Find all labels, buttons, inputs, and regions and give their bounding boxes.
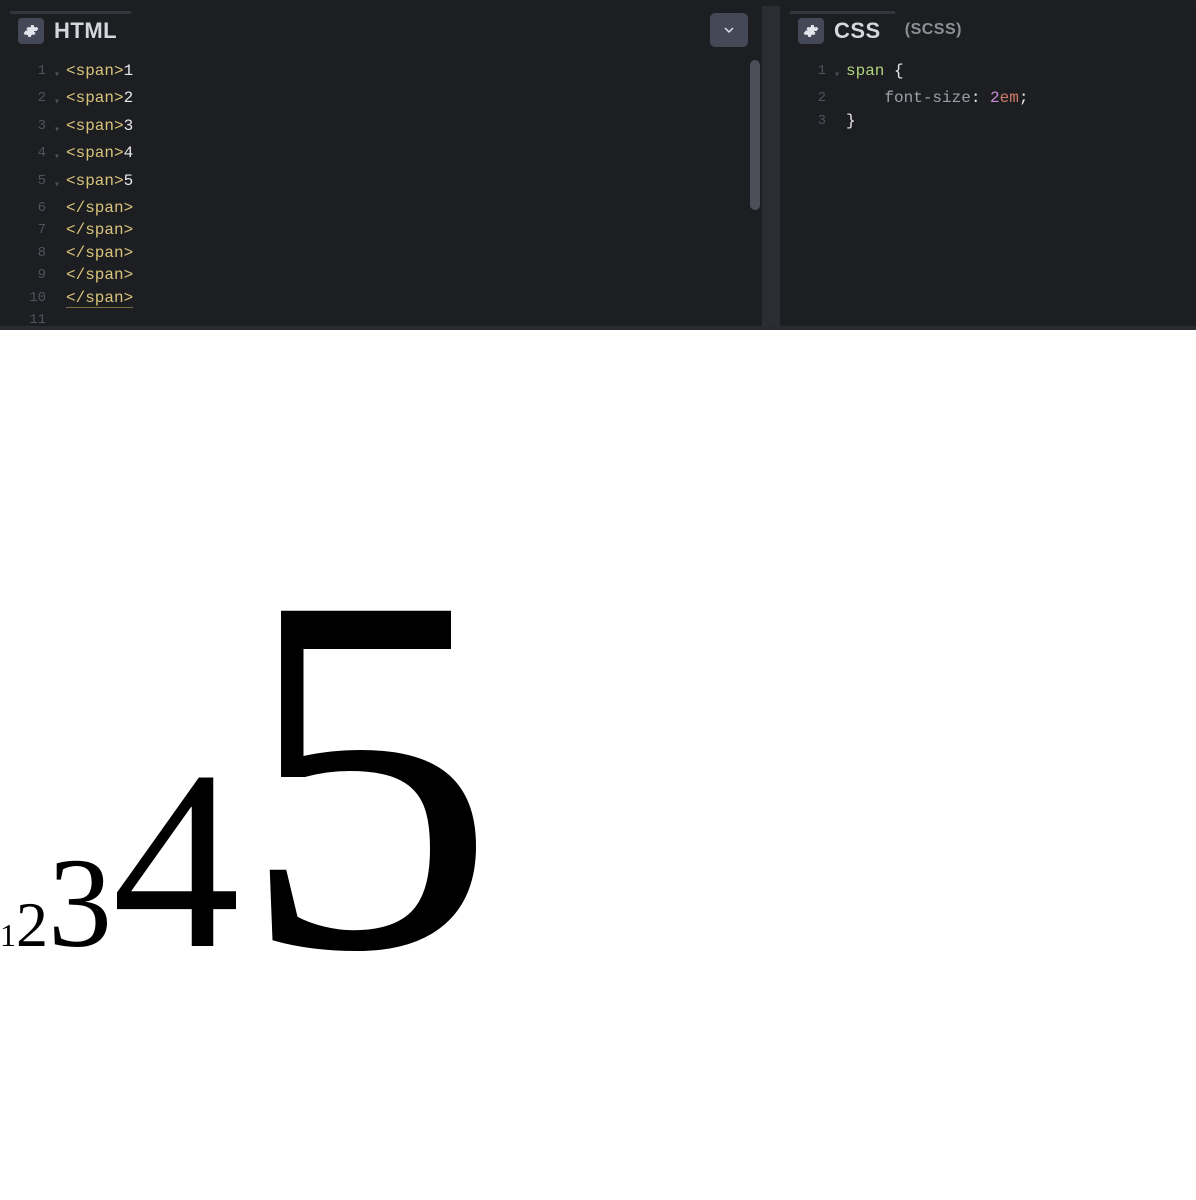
line-number: 9	[0, 264, 54, 286]
output-span: 12345	[0, 917, 496, 953]
fold-caret-icon	[54, 309, 66, 314]
fold-caret-icon[interactable]: ▾	[54, 170, 66, 197]
line-number: 3	[0, 115, 54, 137]
code-line[interactable]: 11	[0, 309, 762, 326]
code-text: }	[846, 110, 1196, 132]
code-text: </span>	[66, 197, 762, 219]
fold-caret-icon	[54, 242, 66, 247]
line-number: 3	[780, 110, 834, 132]
css-title-chip[interactable]: CSS	[790, 11, 895, 50]
code-line[interactable]: 4▾<span>4	[0, 142, 762, 169]
code-text: <span>3	[66, 115, 762, 137]
code-line[interactable]: 2▾<span>2	[0, 87, 762, 114]
fold-caret-icon[interactable]: ▾	[54, 60, 66, 87]
gear-icon[interactable]	[798, 18, 824, 44]
chevron-down-icon[interactable]	[710, 13, 748, 47]
css-code-area[interactable]: 1▾span {2 font-size: 2em;3}	[780, 54, 1196, 326]
code-text: </span>	[66, 264, 762, 286]
code-text: </span>	[66, 219, 762, 241]
fold-caret-icon	[54, 287, 66, 292]
css-title-label: CSS	[834, 18, 881, 44]
line-number: 6	[0, 197, 54, 219]
line-number: 2	[0, 87, 54, 109]
code-text: <span>5	[66, 170, 762, 192]
output-span: 5	[240, 490, 496, 1057]
html-pane-header: HTML	[0, 6, 762, 54]
code-text: <span>1	[66, 60, 762, 82]
fold-caret-icon[interactable]: ▾	[54, 115, 66, 142]
code-text: </span>	[66, 287, 762, 309]
line-number: 10	[0, 287, 54, 309]
scrollbar-thumb[interactable]	[750, 60, 760, 210]
output-span: 345	[48, 832, 496, 974]
css-subtitle-label: (SCSS)	[905, 21, 962, 39]
code-text: span {	[846, 60, 1196, 82]
line-number: 1	[780, 60, 834, 82]
output-span: 45	[112, 719, 496, 1002]
line-number: 1	[0, 60, 54, 82]
code-line[interactable]: 1▾<span>1	[0, 60, 762, 87]
line-number: 8	[0, 242, 54, 264]
gear-icon[interactable]	[18, 18, 44, 44]
code-text: </span>	[66, 242, 762, 264]
code-line[interactable]: 8 </span>	[0, 242, 762, 264]
code-text: <span>4	[66, 142, 762, 164]
fold-caret-icon	[54, 197, 66, 202]
code-line[interactable]: 2 font-size: 2em;	[780, 87, 1196, 109]
fold-caret-icon[interactable]: ▾	[834, 60, 846, 87]
codepen-app: HTML 1▾<span>12▾<span>23▾<span>34▾<span>…	[0, 0, 1196, 1200]
code-text: <span>2	[66, 87, 762, 109]
line-number: 5	[0, 170, 54, 192]
output-span: 2345	[16, 889, 496, 960]
output-content: 12345	[0, 479, 496, 1068]
code-line[interactable]: 10 </span>	[0, 287, 762, 309]
line-number: 11	[0, 309, 54, 326]
css-pane-header: CSS (SCSS)	[780, 6, 1196, 54]
html-code-area[interactable]: 1▾<span>12▾<span>23▾<span>34▾<span>45▾<s…	[0, 54, 762, 326]
code-line[interactable]: 6 </span>	[0, 197, 762, 219]
fold-caret-icon	[54, 264, 66, 269]
fold-caret-icon	[834, 87, 846, 92]
code-text: font-size: 2em;	[846, 87, 1196, 109]
fold-caret-icon	[834, 110, 846, 115]
html-title-chip[interactable]: HTML	[10, 11, 131, 50]
code-line[interactable]: 1▾span {	[780, 60, 1196, 87]
html-title-label: HTML	[54, 18, 117, 44]
line-number: 4	[0, 142, 54, 164]
fold-caret-icon[interactable]: ▾	[54, 142, 66, 169]
fold-caret-icon[interactable]: ▾	[54, 87, 66, 114]
line-number: 7	[0, 219, 54, 241]
code-line[interactable]: 3▾<span>3	[0, 115, 762, 142]
code-line[interactable]: 7 </span>	[0, 219, 762, 241]
css-editor-pane: CSS (SCSS) 1▾span {2 font-size: 2em;3}	[780, 6, 1196, 326]
code-line[interactable]: 5▾<span>5	[0, 170, 762, 197]
html-editor-pane: HTML 1▾<span>12▾<span>23▾<span>34▾<span>…	[0, 6, 780, 326]
editors-row: HTML 1▾<span>12▾<span>23▾<span>34▾<span>…	[0, 0, 1196, 330]
line-number: 2	[780, 87, 834, 109]
output-preview: 12345	[0, 330, 1196, 1200]
fold-caret-icon	[54, 219, 66, 224]
code-line[interactable]: 9 </span>	[0, 264, 762, 286]
code-line[interactable]: 3}	[780, 110, 1196, 132]
